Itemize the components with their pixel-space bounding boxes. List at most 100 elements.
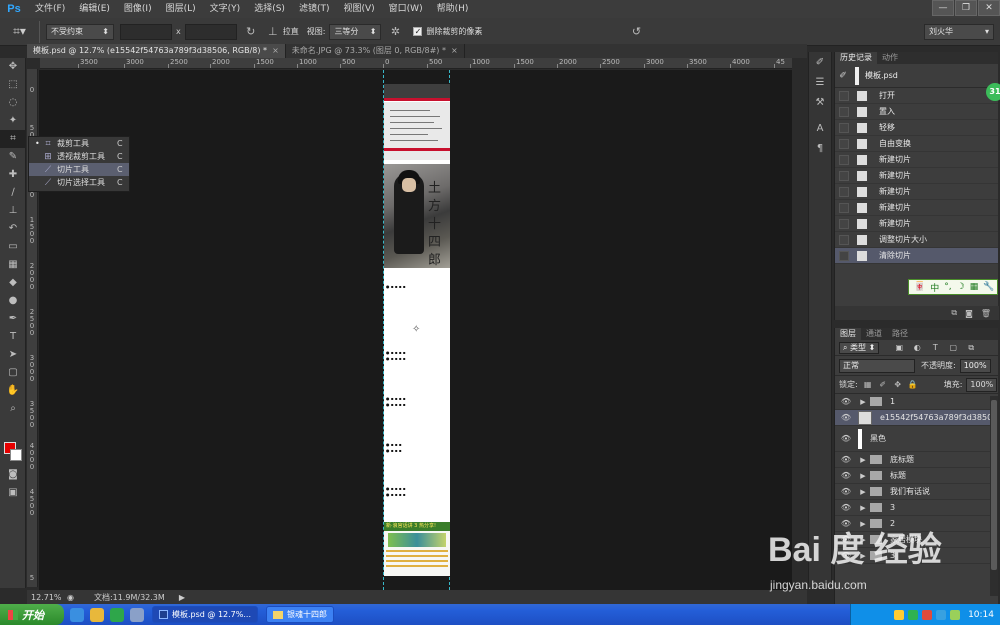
expand-arrow-icon[interactable]: ▶ [858,488,868,496]
history-brush-icon[interactable]: ✐ [835,71,851,81]
move-tool-icon[interactable]: ✥ [0,58,26,76]
image-filter-icon[interactable]: ▣ [893,342,905,354]
browser-icon[interactable] [90,607,104,622]
zoom-tool-icon[interactable]: ⌕ [0,400,26,418]
camera-icon[interactable]: ◙ [965,309,973,318]
expand-arrow-icon[interactable]: ▶ [858,504,868,512]
quick-mask-icon[interactable]: ◙ [0,466,26,484]
eye-icon[interactable]: 👁 [838,434,854,443]
layer-filter-select[interactable]: ⌕ 类型 ⬍ [839,341,880,354]
history-source-checkbox[interactable] [839,90,849,101]
fill-input[interactable]: 100% [966,377,998,392]
tray-icon[interactable] [950,609,961,620]
tab-unnamed-jpg[interactable]: 未命名.JPG @ 73.3% (图层 0, RGB/8#) * × [286,44,465,58]
history-item[interactable]: 新建切片 [835,216,998,232]
eye-icon[interactable]: 👁 [838,503,854,512]
undo-icon[interactable]: ↺ [628,24,644,40]
lock-image-icon[interactable]: ✐ [878,380,888,390]
history-item[interactable]: 置入 [835,104,998,120]
history-item[interactable]: 新建切片 [835,184,998,200]
tab-actions[interactable]: 动作 [877,52,903,64]
task-folder[interactable]: 银魂十四郎 [266,606,334,623]
eraser-tool-icon[interactable]: ▭ [0,238,26,256]
lock-position-icon[interactable]: ✥ [893,380,903,390]
rotate-icon[interactable]: ↻ [243,24,259,40]
zoom-level[interactable]: 12.71% [27,593,67,602]
expand-arrow-icon[interactable]: ▶ [858,456,868,464]
lock-all-icon[interactable]: 🔒 [908,380,918,390]
gradient-tool-icon[interactable]: ▦ [0,256,26,274]
layer-row[interactable]: 👁 ▶ 3 [835,500,998,516]
eyedropper-tool-icon[interactable]: ✎ [0,148,26,166]
close-icon[interactable]: × [272,46,279,55]
new-document-icon[interactable]: ⧉ [951,308,957,318]
layers-scrollbar[interactable] [990,396,998,596]
lock-transparent-icon[interactable]: ▦ [863,380,873,390]
ime-keyboard-icon[interactable]: ▦ [970,282,979,292]
history-source-checkbox[interactable] [839,106,849,117]
history-source-checkbox[interactable] [839,186,849,197]
adjustment-filter-icon[interactable]: ◐ [911,342,923,354]
hand-tool-icon[interactable]: ✋ [0,382,26,400]
status-menu-arrow-icon[interactable]: ▶ [179,593,185,602]
lasso-tool-icon[interactable]: ◌ [0,94,26,112]
brush-panel-icon[interactable]: ✐ [809,54,831,72]
user-select[interactable]: 刘火华 ▾ [924,24,994,40]
shape-tool-icon[interactable]: ▢ [0,364,26,382]
restore-button[interactable]: ❐ [955,0,977,16]
tray-icon[interactable] [922,609,933,620]
brush-tool-icon[interactable]: ∕ [0,184,26,202]
eye-icon[interactable]: 👁 [838,487,854,496]
menu-type[interactable]: 文字(Y) [203,0,248,18]
gear-icon[interactable]: ✲ [387,24,403,40]
paragraph-panel-icon[interactable]: ¶ [809,140,831,158]
tab-history[interactable]: 历史记录 [835,52,877,64]
history-source-checkbox[interactable] [839,154,849,165]
trash-icon[interactable]: 🗑 [981,309,991,318]
blend-mode-select[interactable]: 正常 [839,358,915,373]
expand-arrow-icon[interactable]: ▶ [858,398,868,406]
minimize-button[interactable]: — [932,0,954,16]
layer-row[interactable]: 👁 e15542f54763a789f3d38506 [835,410,998,426]
app-icon[interactable] [130,607,144,622]
path-selection-tool-icon[interactable]: ➤ [0,346,26,364]
menu-image[interactable]: 图像(I) [117,0,159,18]
history-source-checkbox[interactable] [839,122,849,133]
menu-layer[interactable]: 图层(L) [159,0,203,18]
tool-presets-icon[interactable]: ⚒ [809,94,831,112]
flyout-item-crop[interactable]: • ⌗ 裁剪工具 C [29,137,129,150]
history-item[interactable]: 新建切片 [835,168,998,184]
tab-template-psd[interactable]: 模板.psd @ 12.7% (e15542f54763a789f3d38506… [27,44,286,58]
type-tool-icon[interactable]: T [0,328,26,346]
start-button[interactable]: 开始 [0,604,64,625]
ime-chinese-mode[interactable]: 中 [930,281,939,294]
history-source-checkbox[interactable] [839,170,849,181]
history-item[interactable]: 自由变换 [835,136,998,152]
layer-row[interactable]: 👁 ▶ 1 [835,394,998,410]
tab-layers[interactable]: 图层 [835,328,861,340]
chrome-icon[interactable] [110,607,124,622]
height-input[interactable] [184,23,237,40]
tray-icon[interactable] [936,609,947,620]
background-color-swatch[interactable] [10,449,22,461]
flyout-item-perspective-crop[interactable]: ⊞ 透视裁剪工具 C [29,150,129,163]
history-item[interactable]: 调整切片大小 [835,232,998,248]
menu-edit[interactable]: 编辑(E) [72,0,117,18]
eye-icon[interactable]: 👁 [838,471,854,480]
flyout-item-slice-select[interactable]: ⟋ 切片选择工具 C [29,176,129,189]
stamp-tool-icon[interactable]: ⊥ [0,202,26,220]
layers-scroll-thumb[interactable] [991,400,997,570]
marquee-tool-icon[interactable]: ⬚ [0,76,26,94]
blur-tool-icon[interactable]: ◆ [0,274,26,292]
flyout-item-slice[interactable]: ⟋ 切片工具 C [29,163,129,176]
eye-icon[interactable]: 👁 [838,455,854,464]
history-item[interactable]: 新建切片 [835,200,998,216]
close-button[interactable]: ✕ [978,0,1000,16]
screen-mode-icon[interactable]: ▣ [0,484,26,502]
history-item[interactable]: 轻移 [835,120,998,136]
menu-file[interactable]: 文件(F) [28,0,72,18]
ime-settings-icon[interactable]: 🔧 [983,282,994,292]
opacity-input[interactable]: 100% [959,358,991,373]
delete-cropped-checkbox[interactable]: ✓ [413,27,423,36]
ime-punctuation[interactable]: °, [944,282,951,292]
